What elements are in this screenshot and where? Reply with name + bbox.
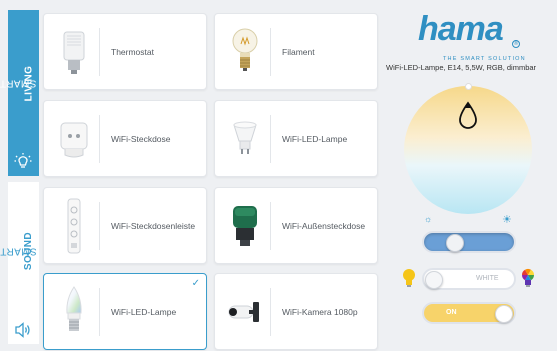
thermostat-icon [52, 22, 96, 82]
device-label: WiFi-LED-Lampe [282, 133, 348, 144]
brightness-low-icon: ☼ [424, 214, 433, 224]
device-card-wifi-led-lampe-gu10[interactable]: WiFi-LED-Lampe [214, 100, 378, 177]
brightness-high-icon: ☀ [502, 214, 512, 226]
card-separator [99, 28, 100, 76]
smart-living-prefix: SMART [0, 77, 37, 89]
rgb-bulb-icon [522, 268, 534, 287]
device-card-thermostat[interactable]: Thermostat [43, 13, 207, 90]
power-toggle-knob[interactable] [495, 305, 513, 323]
brand-name: hama [418, 10, 504, 48]
tab-smart-sound[interactable]: SMART SOUND [0, 182, 39, 344]
product-title: WiFi-LED-Lampe, E14, 5,5W, RGB, dimmbar [386, 63, 537, 72]
hama-logo: hama ® [418, 10, 522, 54]
speaker-icon [15, 322, 30, 338]
device-label: WiFi-Außensteckdose [282, 220, 366, 231]
device-label: Thermostat [111, 46, 154, 57]
selected-check-icon: ✓ [191, 278, 200, 289]
app: SMART LIVING SMART SOUND Thermostat Fila… [0, 0, 557, 351]
power-strip-icon [52, 196, 96, 256]
white-toggle-knob[interactable] [425, 271, 443, 289]
device-card-wifi-kamera[interactable]: WiFi-Kamera 1080p [214, 273, 378, 350]
color-picker-drop-icon[interactable] [457, 100, 479, 130]
device-label: WiFi-Steckdosenleiste [111, 220, 196, 231]
card-separator [99, 202, 100, 250]
device-label: Filament [282, 46, 315, 57]
tab-smart-living[interactable]: SMART LIVING [0, 10, 39, 176]
device-card-filament[interactable]: Filament [214, 13, 378, 90]
warm-bulb-icon [403, 269, 415, 287]
card-separator [99, 115, 100, 163]
device-label: WiFi-LED-Lampe [111, 306, 177, 317]
white-mode-toggle[interactable]: WHITE [422, 268, 516, 290]
color-wheel-handle[interactable] [465, 83, 472, 90]
socket-plug-icon [52, 109, 96, 169]
power-toggle-label: ON [446, 309, 457, 316]
candle-bulb-icon [52, 282, 96, 342]
outdoor-socket-icon [223, 196, 267, 256]
brightness-slider-knob[interactable] [446, 234, 464, 252]
smart-living-label: SMART LIVING [0, 38, 39, 128]
filament-bulb-icon [223, 22, 267, 82]
device-card-wifi-led-lampe-e14[interactable]: WiFi-LED-Lampe ✓ [43, 273, 207, 350]
bulb-outline-icon [14, 153, 32, 168]
device-label: WiFi-Steckdose [111, 133, 171, 144]
card-separator [99, 288, 100, 336]
brightness-slider[interactable] [422, 231, 516, 253]
smart-sound-label: SMART SOUND [0, 206, 39, 296]
device-label: WiFi-Kamera 1080p [282, 306, 358, 317]
power-toggle[interactable]: ON [422, 302, 516, 324]
camera-icon [223, 282, 267, 342]
white-toggle-label: WHITE [476, 275, 499, 282]
gu10-bulb-icon [223, 109, 267, 169]
smart-sound-prefix: SMART [0, 245, 38, 257]
brand-tagline: THE SMART SOLUTION [443, 56, 526, 62]
brand-registered-mark: ® [512, 40, 520, 48]
card-separator [270, 115, 271, 163]
card-separator [270, 202, 271, 250]
card-separator [270, 288, 271, 336]
card-separator [270, 28, 271, 76]
device-card-wifi-steckdose[interactable]: WiFi-Steckdose [43, 100, 207, 177]
device-card-wifi-steckdosenleiste[interactable]: WiFi-Steckdosenleiste [43, 187, 207, 264]
device-card-wifi-aussensteckdose[interactable]: WiFi-Außensteckdose [214, 187, 378, 264]
